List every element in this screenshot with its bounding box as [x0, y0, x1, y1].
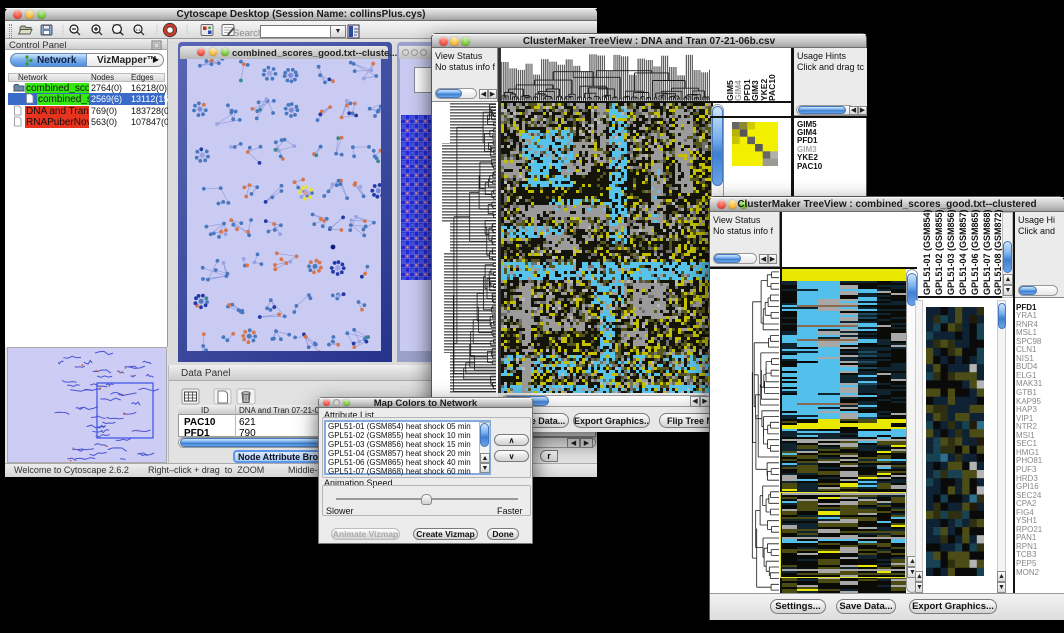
svg-text:1:1: 1:1 — [135, 27, 141, 32]
